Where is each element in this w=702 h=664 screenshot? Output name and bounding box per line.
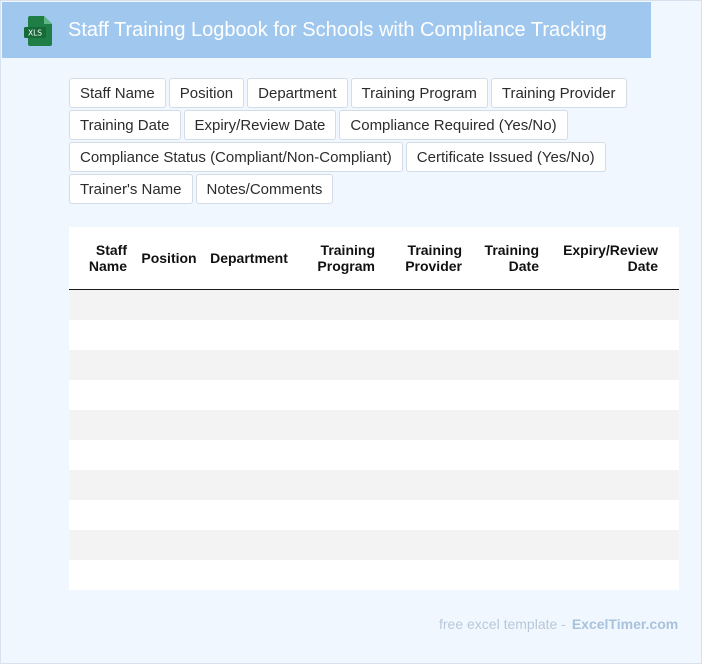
table-row[interactable] <box>69 350 679 380</box>
column-header-line: Name <box>88 258 127 274</box>
field-chip[interactable]: Expiry/Review Date <box>183 110 337 140</box>
field-chip[interactable]: Compliance Required (Yes/No) <box>339 110 568 140</box>
column-header-line: Training <box>407 242 462 258</box>
footer-credit: free excel template - ExcelTimer.com <box>439 616 678 632</box>
field-chip[interactable]: Staff Name <box>69 78 166 108</box>
field-chip[interactable]: Trainer's Name <box>69 174 193 204</box>
column-header-line: Training <box>320 242 375 258</box>
column-header-line: Department <box>210 250 288 266</box>
footer-text: free excel template - <box>439 616 566 632</box>
field-chip[interactable]: Notes/Comments <box>195 174 334 204</box>
column-header-line: Staff <box>95 242 127 258</box>
field-chip[interactable]: Training Date <box>69 110 181 140</box>
table-row[interactable] <box>69 530 679 560</box>
table-row[interactable] <box>69 470 679 500</box>
column-header[interactable]: Training Date <box>469 242 539 274</box>
table-row[interactable] <box>69 500 679 530</box>
column-header[interactable]: Training Provider <box>387 242 462 274</box>
column-header-line: Program <box>317 258 375 274</box>
table-row[interactable] <box>69 560 679 590</box>
table-row[interactable] <box>69 440 679 470</box>
column-header[interactable]: Department <box>207 250 291 266</box>
table-row[interactable] <box>69 410 679 440</box>
field-chip-list: Staff Name Position Department Training Pro… <box>69 78 649 206</box>
column-header-line: Training <box>484 242 539 258</box>
field-chip[interactable]: Compliance Status (Compliant/Non-Complia… <box>69 142 403 172</box>
table-row[interactable] <box>69 320 679 350</box>
page-title: Staff Training Logbook for Schools with … <box>68 19 607 41</box>
table-row[interactable] <box>69 380 679 410</box>
table-row[interactable] <box>69 290 679 320</box>
column-header[interactable]: Training Program <box>299 242 375 274</box>
column-header-line: Position <box>141 250 197 266</box>
field-chip[interactable]: Position <box>168 78 245 108</box>
title-banner: XLS Staff Training Logbook for Schools w… <box>2 2 651 58</box>
column-header-line: Date <box>508 258 539 274</box>
xls-icon-label: XLS <box>28 29 42 38</box>
column-header-line: Provider <box>405 258 462 274</box>
column-header[interactable]: Position <box>135 250 203 266</box>
column-header-line: Expiry/Review <box>563 242 658 258</box>
column-header-line: Date <box>627 258 658 274</box>
page-frame: XLS Staff Training Logbook for Schools w… <box>0 0 702 664</box>
xls-file-icon: XLS <box>24 16 52 46</box>
field-chip[interactable]: Training Provider <box>490 78 627 108</box>
table-header: Staff Name Position Department Training Progr… <box>69 227 679 290</box>
column-header[interactable]: Expiry/Review Date <box>547 242 658 274</box>
field-chip[interactable]: Certificate Issued (Yes/No) <box>405 142 606 172</box>
field-chip[interactable]: Department <box>247 78 348 108</box>
field-chip[interactable]: Training Program <box>350 78 488 108</box>
column-header[interactable]: Staff Name <box>69 242 127 274</box>
footer-brand-link[interactable]: ExcelTimer.com <box>572 616 678 632</box>
training-table: Staff Name Position Department Training Progr… <box>69 227 679 590</box>
